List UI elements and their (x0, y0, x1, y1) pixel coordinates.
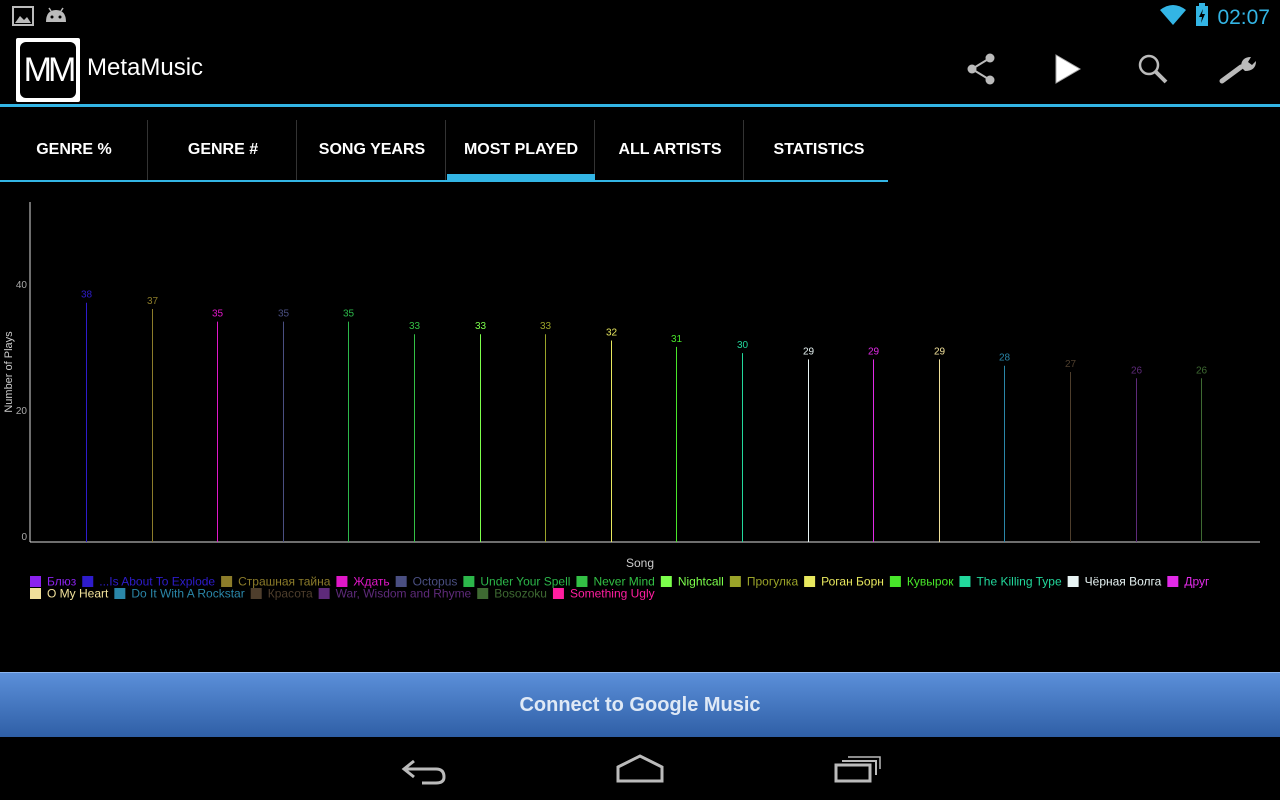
x-axis-label: Song (626, 556, 654, 570)
tab-all-artists[interactable]: ALL ARTISTS (596, 120, 744, 180)
legend-swatch (1167, 576, 1179, 587)
share-icon[interactable] (960, 48, 1002, 90)
bar-value-label: 35 (343, 309, 355, 320)
bar-value-label: 38 (81, 290, 93, 301)
y-tick-label: 40 (16, 280, 28, 291)
legend-label: The Killing Type (976, 575, 1061, 589)
bar-value-label: 35 (212, 309, 224, 320)
tab-song-years[interactable]: SONG YEARS (298, 120, 446, 180)
bar-value-label: 37 (147, 296, 159, 307)
status-clock: 02:07 (1217, 5, 1270, 29)
legend-label: Bosozoku (494, 587, 547, 601)
android-icon (44, 6, 68, 31)
connect-button-label: Connect to Google Music (519, 693, 761, 716)
connect-google-music-button[interactable]: Connect to Google Music (0, 672, 1280, 737)
home-icon[interactable] (615, 753, 665, 785)
tab-label: GENRE % (36, 141, 112, 158)
search-icon[interactable] (1132, 48, 1174, 90)
legend-label: O My Heart (47, 587, 109, 601)
bar-value-label: 33 (409, 321, 421, 332)
legend-swatch (804, 576, 816, 587)
tab-bar: GENRE % GENRE # SONG YEARS MOST PLAYED A… (0, 120, 888, 183)
legend-label: Друг (1184, 575, 1210, 589)
chart-svg: 0 20 40 Number of Plays Song 38 37 35 35 35 33 33 33… (3, 202, 1260, 601)
bar-value-label: 35 (278, 309, 290, 320)
legend-swatch (318, 588, 330, 599)
legend-label: Красота (268, 587, 313, 601)
legend-label: Nightcall (678, 575, 724, 589)
legend-swatch (729, 576, 741, 587)
legend-swatch (114, 588, 126, 599)
legend-swatch (477, 588, 489, 599)
wrench-icon[interactable] (1218, 48, 1260, 90)
wifi-icon (1159, 4, 1187, 31)
legend-label: Прогулка (747, 575, 799, 589)
legend-swatch (30, 576, 41, 587)
y-tick-label: 0 (21, 532, 27, 543)
tab-genre-percent[interactable]: GENRE % (0, 120, 148, 180)
bar-value-label: 33 (475, 321, 487, 332)
status-bar: 02:07 (0, 0, 1280, 33)
y-tick-label: 20 (16, 406, 28, 417)
action-bar-divider (0, 104, 1280, 107)
y-axis-label: Number of Plays (3, 331, 15, 413)
bar-value-label: 32 (606, 328, 618, 339)
legend-label: War, Wisdom and Rhyme (336, 587, 472, 601)
tab-selected-indicator (447, 174, 595, 182)
legend-label: Чёрная Волга (1085, 575, 1162, 589)
legend-swatch (221, 576, 233, 587)
legend-swatch (576, 576, 588, 587)
tab-label: GENRE # (187, 141, 259, 158)
bar-value-label: 33 (540, 321, 552, 332)
legend-swatch (1067, 576, 1079, 587)
navigation-bar (0, 737, 1280, 800)
bar-value-label: 26 (1131, 365, 1143, 376)
battery-icon (1195, 3, 1209, 32)
legend-swatch (336, 576, 348, 587)
legend-swatch (660, 576, 672, 587)
bar-value-label: 30 (737, 340, 749, 351)
app-logo[interactable]: MM (16, 38, 80, 102)
app-logo-text: MM (20, 42, 76, 98)
legend-swatch (959, 576, 971, 587)
bar-value-label: 27 (1065, 359, 1077, 370)
legend-swatch (395, 576, 407, 587)
play-icon[interactable] (1046, 48, 1088, 90)
bar-value-label: 29 (868, 346, 880, 357)
bar-value-label: 28 (999, 353, 1011, 364)
tab-bar-underline (0, 180, 888, 182)
legend-label: Something Ugly (570, 587, 655, 601)
tab-label: ALL ARTISTS (618, 141, 722, 158)
gallery-icon (12, 6, 34, 31)
legend-label: Do It With A Rockstar (131, 587, 244, 601)
tab-label: STATISTICS (773, 141, 865, 158)
app-title: MetaMusic (87, 54, 204, 81)
legend-swatch (82, 576, 94, 587)
legend-swatch (552, 588, 564, 599)
tab-statistics[interactable]: STATISTICS (745, 120, 893, 180)
action-bar: MM MetaMusic (0, 34, 1280, 104)
legend-swatch (889, 576, 901, 587)
tab-most-played[interactable]: MOST PLAYED (447, 120, 595, 180)
bar-value-label: 29 (803, 346, 815, 357)
bar-value-label: 26 (1196, 365, 1208, 376)
legend-swatch (250, 588, 262, 599)
tab-label: SONG YEARS (318, 141, 426, 158)
legend-label: Роган Борн (821, 575, 884, 589)
legend-swatch (30, 588, 41, 599)
recent-apps-icon[interactable] (832, 753, 882, 785)
bar-value-label: 29 (934, 346, 946, 357)
legend-swatch (463, 576, 475, 587)
bar-value-label: 31 (671, 334, 683, 345)
legend-label: Кувырок (907, 575, 954, 589)
back-icon[interactable] (400, 753, 450, 785)
tab-label: MOST PLAYED (463, 141, 579, 158)
most-played-chart: 0 20 40 Number of Plays Song 38 37 35 35 35 33 33 33… (0, 190, 1280, 620)
tab-genre-count[interactable]: GENRE # (149, 120, 297, 180)
